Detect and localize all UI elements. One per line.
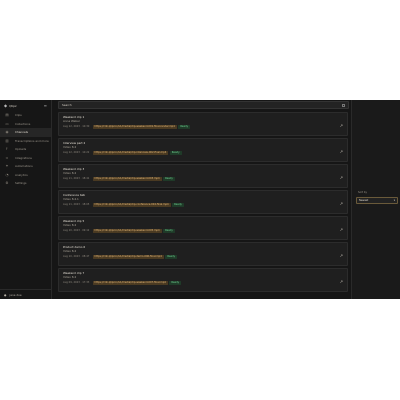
status-badge: Ready [163,176,175,181]
sidebar-item-label: Automations [15,164,33,169]
status-badge: Ready [178,124,191,129]
sidebar-footer-user[interactable]: ● jane doe [0,289,52,299]
sidebar-item-collections[interactable]: ▭ Collections [0,120,51,129]
sidebar-item-label: Channels [15,130,28,135]
sort-label: Sort by [358,191,367,194]
sidebar-item-clips[interactable]: ▤ Clips [0,111,51,120]
clip-subtitle: Video 8.4 [63,171,77,175]
sidebar-item-automations[interactable]: ✦ Automations [0,162,51,171]
sidebar-item-transcriptions[interactable]: ▥ Transcriptions and more [0,137,51,146]
sidebar-item-label: Uploads [15,147,27,152]
clip-date: Aug 11, 2023 · 18:05 [63,202,90,206]
doc-icon: ▥ [5,138,9,143]
right-panel: Sort by Newest ▾ [351,100,400,299]
clip-meta-row: Aug 12, 2023 · 10:22 https://cdn.qlipz.i… [63,150,343,155]
app-title-wrap: ◆ Qlipz [4,103,17,108]
sidebar-item-label: Settings [15,181,27,186]
clip-card[interactable]: Weekend clip 3 Video 8.4 Aug 11, 2023 · … [58,164,348,188]
clip-url-tag[interactable]: https://cdn.qlipz.io/v1/media/clip-weeke… [92,280,168,285]
sidebar-item-analytics[interactable]: ◔ Analytics [0,171,51,180]
sidebar: ◆ Qlipz ≡ ▤ Clips ▭ Collections ◉ Channels … [0,100,52,299]
upload-icon: ↑ [5,147,9,152]
open-link-icon[interactable]: ↗ [340,201,343,206]
open-link-icon[interactable]: ↗ [340,253,343,258]
search-input[interactable]: Search [58,101,349,109]
open-link-icon[interactable]: ↗ [340,149,343,154]
clip-meta-row: Aug 10, 2023 · 09:12 https://cdn.qlipz.i… [63,228,343,233]
clip-date: Aug 11, 2023 · 18:41 [63,176,90,180]
sidebar-toggle-icon[interactable]: ≡ [44,103,47,108]
clip-url-tag[interactable]: https://cdn.qlipz.io/v1/media/clip-confe… [92,202,171,207]
footer-user-name: jane doe [9,292,22,297]
bolt-icon: ✦ [5,164,9,169]
status-badge: Ready [172,202,184,207]
logo-icon: ◆ [4,103,8,108]
clip-date: Aug 12, 2023 · 10:22 [63,150,90,154]
chevron-down-icon: ▾ [393,199,395,202]
clip-subtitle: Video 8.4 [63,275,77,279]
clip-url-tag[interactable]: https://cdn.qlipz.io/v1/media/clip-demo-… [92,254,164,259]
gear-icon: ⚙ [5,181,9,186]
sidebar-item-label: Transcriptions and more [15,138,49,143]
chart-icon: ◔ [5,172,9,177]
clip-url-tag[interactable]: https://cdn.qlipz.io/v1/media/clip-weeke… [92,176,162,181]
sidebar-item-channels[interactable]: ◉ Channels [0,128,51,137]
clip-subtitle: Video 8.4 [63,145,77,149]
clip-meta-row: Aug 09, 2023 · 17:33 https://cdn.qlipz.i… [63,280,343,285]
folder-icon: ▭ [5,121,9,126]
open-link-icon[interactable]: ↗ [340,279,343,284]
sidebar-item-uploads[interactable]: ↑ Uploads [0,145,51,154]
avatar: ● [4,292,7,297]
clip-card[interactable]: Weekend clip 1 Anna Weber Aug 12, 2023 ·… [58,112,348,136]
app-window: ◆ Qlipz ≡ ▤ Clips ▭ Collections ◉ Channels … [0,100,400,299]
app-title: Qlipz [9,103,17,108]
sidebar-header: ◆ Qlipz ≡ [0,100,51,111]
clip-card[interactable]: Weekend clip 5 Video 8.4 Aug 10, 2023 · … [58,216,348,240]
clip-subtitle: Anna Weber [63,119,81,123]
clip-meta-row: Aug 12, 2023 · 10:30 https://cdn.qlipz.i… [63,124,343,129]
filter-icon[interactable] [342,103,345,107]
clip-card[interactable]: Conference talk Video 8.4.1 Aug 11, 2023… [58,190,348,214]
clip-date: Aug 10, 2023 · 08:47 [63,254,90,258]
clip-date: Aug 10, 2023 · 09:12 [63,228,90,232]
status-badge: Ready [169,280,182,285]
clip-subtitle: Video 8.4.1 [63,197,79,201]
sidebar-item-label: Analytics [15,172,28,177]
status-badge: Ready [163,228,175,233]
clip-url-tag[interactable]: https://cdn.qlipz.io/v1/media/clip-inter… [92,150,169,155]
sidebar-item-integrations[interactable]: ∞ Integrations [0,154,51,163]
clip-url-tag[interactable]: https://cdn.qlipz.io/v1/media/clip-weeke… [92,228,162,233]
clip-subtitle: Video 8.4 [63,249,77,253]
sort-select[interactable]: Newest ▾ [356,197,398,204]
clip-date: Aug 12, 2023 · 10:30 [63,124,90,128]
clip-meta-row: Aug 11, 2023 · 18:41 https://cdn.qlipz.i… [63,176,343,181]
sidebar-item-settings[interactable]: ⚙ Settings [0,179,51,188]
channel-icon: ◉ [5,130,9,135]
open-link-icon[interactable]: ↗ [340,123,343,128]
clip-meta-row: Aug 11, 2023 · 18:05 https://cdn.qlipz.i… [63,202,343,207]
clip-subtitle: Video 8.4 [63,223,77,227]
clip-card[interactable]: Weekend clip 7 Video 8.4 Aug 09, 2023 · … [58,268,348,292]
clip-meta-row: Aug 10, 2023 · 08:47 https://cdn.qlipz.i… [63,254,343,259]
sidebar-item-label: Collections [15,121,31,126]
clip-icon: ▤ [5,113,9,118]
sidebar-item-label: Integrations [15,155,32,160]
open-link-icon[interactable]: ↗ [340,227,343,232]
sidebar-item-label: Clips [15,113,22,118]
search-value: Search [62,103,72,107]
clip-card[interactable]: Interview part 2 Video 8.4 Aug 12, 2023 … [58,138,348,162]
clip-url-tag[interactable]: https://cdn.qlipz.io/v1/media/clip-weeke… [92,124,177,129]
clip-date: Aug 09, 2023 · 17:33 [63,280,90,284]
clip-card[interactable]: Product demo 6 Video 8.4 Aug 10, 2023 · … [58,242,348,266]
link-icon: ∞ [5,155,9,160]
main-content: Search Weekend clip 1 Anna Weber Aug 12,… [55,100,350,299]
sort-select-value: Newest [359,199,369,202]
status-badge: Ready [169,150,182,155]
open-link-icon[interactable]: ↗ [340,175,343,180]
status-badge: Ready [165,254,178,259]
